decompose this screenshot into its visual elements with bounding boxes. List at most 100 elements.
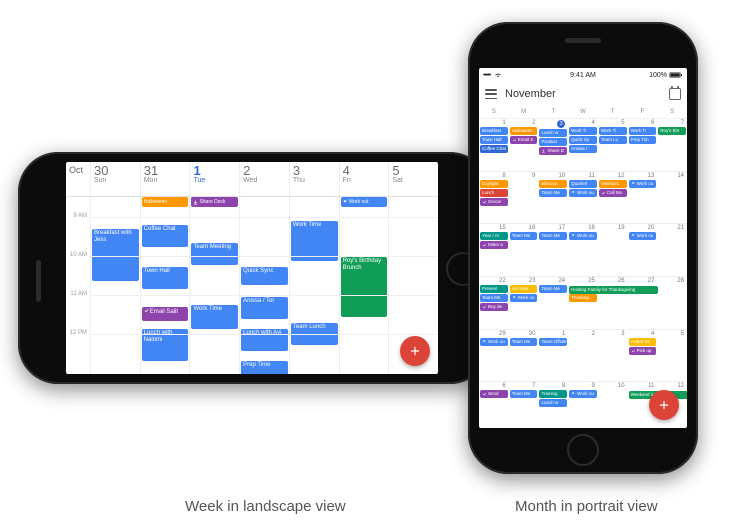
allday-event-chip[interactable]: Share Deck	[191, 197, 238, 207]
calendar-event[interactable]: Coffee Chat	[142, 225, 189, 247]
month-grid[interactable]: 1BreakfastTown HallCoffee Chat2Halloween…	[479, 119, 687, 428]
calendar-event[interactable]: Work Time	[191, 305, 238, 329]
menu-icon[interactable]	[485, 89, 497, 99]
month-day-cell[interactable]: 7Roy's Birt	[657, 119, 687, 171]
month-event-chip[interactable]: Halloween	[510, 127, 538, 135]
month-event-chip[interactable]: Anissa /	[569, 145, 597, 153]
month-event-chip[interactable]: Breakfast	[480, 127, 508, 135]
month-event-chip[interactable]: Team Me	[539, 232, 567, 240]
month-event-chip[interactable]: Town Hall	[480, 136, 508, 144]
week-day-column[interactable]: Quick SyncAnissa / TorLunch with AviPrep…	[239, 211, 289, 374]
month-event-chip[interactable]: Team Me	[510, 232, 538, 240]
week-day-column[interactable]: Work TimeTeam Lunch	[289, 211, 339, 374]
month-event-chip[interactable]: Share D	[539, 147, 567, 155]
calendar-event[interactable]: Quick Sync	[241, 267, 288, 285]
month-event-chip[interactable]: Present	[480, 285, 508, 293]
calendar-event[interactable]: Work Time	[291, 221, 338, 261]
month-event-chip[interactable]: Work ou	[480, 338, 508, 346]
month-event-chip[interactable]: Product	[539, 138, 567, 146]
allday-cell[interactable]	[239, 197, 289, 211]
calendar-event[interactable]: Roy's Birthday Brunch	[341, 257, 388, 317]
month-day-cell[interactable]: 2HalloweenEmail S	[509, 119, 539, 171]
month-event-chip[interactable]: Election	[539, 180, 567, 188]
month-day-cell[interactable]: 4Work TiQuick SyAnissa /	[568, 119, 598, 171]
home-button[interactable]	[567, 434, 599, 466]
month-event-chip[interactable]: Training	[539, 390, 567, 398]
create-event-fab[interactable]	[400, 336, 430, 366]
week-day-column[interactable]: Team MeetingWork Time	[189, 211, 239, 374]
month-event-chip[interactable]: Team Me	[510, 390, 538, 398]
month-event-chip[interactable]: Work Ti	[599, 127, 627, 135]
month-day-cell[interactable]: 28	[657, 277, 687, 329]
calendar-event[interactable]: Lunch with Avi	[241, 329, 288, 351]
month-day-cell[interactable]: 5	[657, 330, 687, 382]
week-day-header[interactable]: 1Tue	[189, 162, 239, 196]
month-event-chip[interactable]: Prep Tim	[629, 136, 657, 144]
week-day-header[interactable]: 4Fri	[339, 162, 389, 196]
month-event-chip[interactable]: Work ou	[629, 180, 657, 188]
month-day-cell[interactable]: 25Thanksgi	[568, 277, 598, 329]
month-event-chip[interactable]: Work Ti	[629, 127, 657, 135]
month-event-chip[interactable]: Daylight	[480, 180, 508, 188]
allday-cell[interactable]	[388, 197, 438, 211]
week-hour-grid[interactable]: 9 AM10 AM11 AM12 PM Breakfast with JessC…	[66, 211, 438, 374]
month-event-chip[interactable]: AviBot Va	[629, 338, 657, 346]
month-day-cell[interactable]: 21	[657, 224, 687, 276]
allday-cell[interactable]: Work out	[339, 197, 389, 211]
allday-cell[interactable]	[90, 197, 140, 211]
month-day-cell[interactable]: 9	[509, 172, 539, 224]
week-day-header[interactable]: 30Sun	[90, 162, 140, 196]
month-event-chip[interactable]: Work ou	[569, 189, 597, 197]
calendar-event[interactable]: Town Hall	[142, 267, 189, 289]
month-event-chip[interactable]: Make a	[480, 241, 508, 249]
month-event-chip[interactable]: Team Me	[539, 189, 567, 197]
month-event-chip[interactable]: Buy de	[480, 303, 508, 311]
month-event-chip[interactable]: Team Me	[510, 338, 538, 346]
month-event-chip[interactable]: Lunch	[480, 189, 508, 197]
month-day-cell[interactable]: 1Team Offsite	[538, 330, 568, 382]
month-event-chip[interactable]: Team Me	[480, 294, 508, 302]
calendar-event[interactable]: Anissa / Tor	[241, 297, 288, 319]
month-day-cell[interactable]: 9Work ou	[568, 382, 598, 428]
month-event-chip[interactable]: Work ou	[569, 232, 597, 240]
week-day-header[interactable]: 31Mon	[140, 162, 190, 196]
appbar-title[interactable]: November	[505, 88, 669, 100]
month-event-chip[interactable]: Work ou	[629, 232, 657, 240]
calendar-event[interactable]: Email Salit	[142, 307, 189, 321]
month-day-cell[interactable]: 8DaylightLunchGrocer	[479, 172, 509, 224]
month-day-cell[interactable]: 12VeteransCall Mo	[598, 172, 628, 224]
month-day-cell[interactable]: 24Team Me	[538, 277, 568, 329]
month-event-chip[interactable]: Send	[480, 390, 508, 398]
month-day-cell[interactable]: 2	[568, 330, 598, 382]
week-day-column[interactable]: Roy's Birthday Brunch	[339, 211, 389, 374]
month-day-cell[interactable]: 29Work ou	[479, 330, 509, 382]
month-day-cell[interactable]: 10	[598, 382, 628, 428]
allday-cell[interactable]: Halloween	[140, 197, 190, 211]
month-day-cell[interactable]: 6Work TiPrep Tim	[628, 119, 658, 171]
month-day-cell[interactable]: 7Team Me	[509, 382, 539, 428]
month-day-cell[interactable]: 14	[657, 172, 687, 224]
month-day-cell[interactable]: 4AviBot VaPick up	[628, 330, 658, 382]
month-event-chip[interactable]: Year / Ar	[480, 232, 508, 240]
month-day-cell[interactable]: 30Team Me	[509, 330, 539, 382]
month-event-chip[interactable]: Quarterl	[569, 180, 597, 188]
month-day-cell[interactable]: 8TrainingLunch w	[538, 382, 568, 428]
create-event-fab[interactable]	[649, 390, 679, 420]
month-event-chip[interactable]: Work ou	[569, 390, 597, 398]
today-icon[interactable]	[669, 88, 681, 100]
calendar-event[interactable]: Breakfast with Jess	[92, 229, 139, 281]
allday-event-chip[interactable]: Halloween	[142, 197, 189, 207]
month-event-chip[interactable]: Team Lu	[599, 136, 627, 144]
month-day-cell[interactable]: 3	[598, 330, 628, 382]
month-day-cell[interactable]: 15Year / ArMake a	[479, 224, 509, 276]
week-day-header[interactable]: 2Wed	[239, 162, 289, 196]
month-day-cell[interactable]: 17Team Me	[538, 224, 568, 276]
month-event-chip[interactable]: Call Mo	[599, 189, 627, 197]
month-event-chip[interactable]: Email S	[510, 136, 538, 144]
month-event-chip[interactable]: Roy's Birt	[658, 127, 686, 135]
month-event-chip[interactable]: Grocer	[480, 198, 508, 206]
week-day-header[interactable]: 5Sat	[388, 162, 438, 196]
month-event-chip[interactable]: Team Me	[539, 285, 567, 293]
allday-cell[interactable]: Share Deck	[189, 197, 239, 211]
month-day-cell[interactable]: 10ElectionTeam Me	[538, 172, 568, 224]
